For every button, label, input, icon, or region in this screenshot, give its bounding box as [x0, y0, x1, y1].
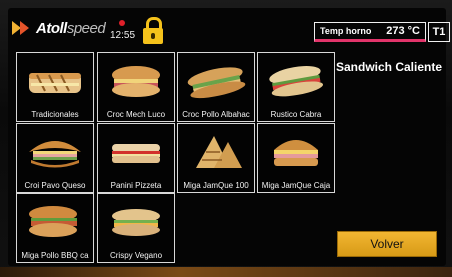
product-label: Croc Pollo Albahac: [182, 110, 250, 119]
category-title: Sandwich Caliente: [336, 60, 443, 74]
toast-triangle-icon: [196, 136, 242, 168]
brand-logo: Atollspeed: [12, 18, 106, 38]
rustic-sandwich-icon: [269, 66, 324, 97]
back-button[interactable]: Volver: [337, 231, 437, 257]
croissant-icon: [29, 141, 81, 168]
product-tile-crispy-vegano[interactable]: Crispy Vegano: [97, 193, 175, 263]
product-label: Croi Pavo Queso: [24, 181, 86, 190]
temp-value: 273 °C: [386, 25, 420, 37]
clock: 12:55: [110, 30, 136, 41]
product-label: Croc Mech Luco: [106, 110, 166, 119]
product-label: Miga JamQue Caja: [261, 181, 331, 190]
tray-indicator[interactable]: T1: [428, 22, 450, 42]
product-tile-miga-jamque-100[interactable]: Miga JamQue 100: [177, 123, 255, 193]
product-tile-miga-jamque-caja[interactable]: Miga JamQue Caja: [257, 123, 335, 193]
product-label: Rustico Cabra: [270, 110, 322, 119]
logo-text: Atollspeed: [36, 19, 106, 37]
panini-icon: [29, 73, 81, 93]
product-tile-croc-mech-luco[interactable]: Croc Mech Luco: [97, 52, 175, 122]
product-label: Miga Pollo BBQ ca: [21, 251, 89, 260]
logo-secondary: speed: [66, 19, 106, 37]
vegan-sandwich-icon: [112, 209, 160, 236]
product-tile-miga-pollo-bbq[interactable]: Miga Pollo BBQ ca: [16, 193, 94, 263]
product-label: Crispy Vegano: [109, 251, 163, 260]
status-dot-icon: [119, 20, 125, 26]
chicken-sandwich-icon: [29, 206, 77, 237]
product-label: Tradicionales: [31, 110, 79, 119]
bottom-light-strip: [0, 267, 452, 277]
burger-bun-icon: [274, 140, 318, 166]
panini-pizza-icon: [112, 144, 160, 163]
logo-chevrons-icon: [12, 18, 34, 38]
product-label: Miga JamQue 100: [183, 181, 249, 190]
product-tile-croi-pavo-queso[interactable]: Croi Pavo Queso: [16, 123, 94, 193]
baguette-icon: [187, 67, 246, 99]
product-tile-rustico-cabra[interactable]: Rustico Cabra: [257, 52, 335, 122]
temp-label: Temp horno: [320, 26, 372, 36]
product-tile-panini-pizzeta[interactable]: Panini Pizzeta: [97, 123, 175, 193]
croque-icon: [112, 66, 160, 97]
lock-icon[interactable]: [143, 17, 163, 45]
logo-primary: Atoll: [36, 19, 67, 37]
product-tile-croc-pollo-albahac[interactable]: Croc Pollo Albahac: [177, 52, 255, 122]
product-label: Panini Pizzeta: [110, 181, 162, 190]
oven-temperature: Temp horno 273 °C: [314, 22, 426, 42]
product-tile-tradicionales[interactable]: Tradicionales: [16, 52, 94, 122]
